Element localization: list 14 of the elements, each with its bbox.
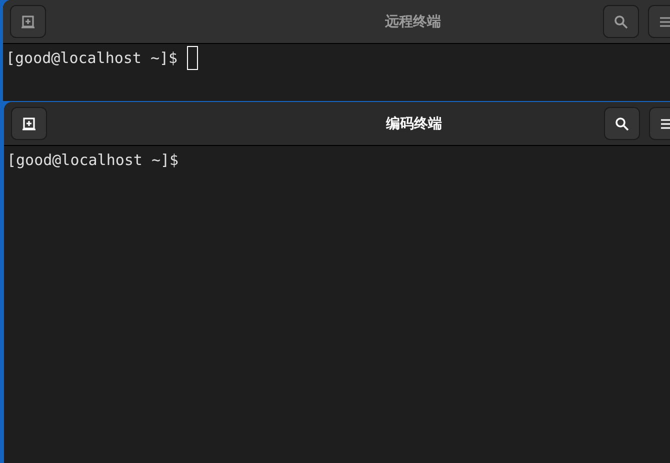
- search-icon: [614, 14, 628, 28]
- menu-icon: [659, 16, 670, 28]
- new-tab-icon: [21, 14, 35, 28]
- window-title: 远程终端: [384, 12, 442, 31]
- menu-icon: [660, 118, 670, 130]
- window-title: 编码终端: [384, 114, 443, 133]
- shell-prompt: [good@localhost ~]$: [6, 48, 178, 69]
- new-tab-button[interactable]: [11, 107, 47, 140]
- new-tab-button[interactable]: [10, 5, 46, 38]
- shell-prompt: [good@localhost ~]$: [7, 150, 179, 171]
- new-tab-icon: [22, 116, 36, 130]
- search-button[interactable]: [603, 5, 639, 38]
- search-icon: [615, 116, 629, 130]
- search-button[interactable]: [604, 107, 640, 140]
